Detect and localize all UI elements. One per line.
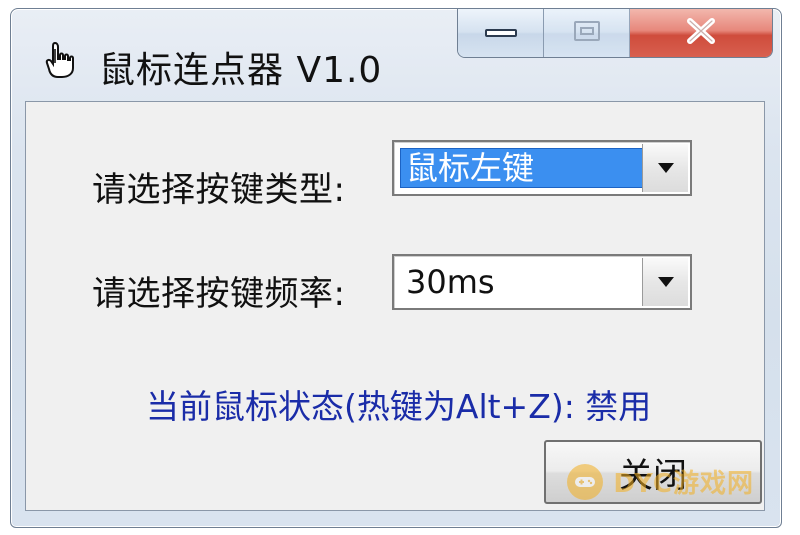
title-bar[interactable]: 鼠标连点器 V1.0 bbox=[11, 9, 781, 101]
close-window-button[interactable] bbox=[630, 9, 772, 57]
key-type-dropdown[interactable]: 鼠标左键 bbox=[392, 140, 692, 196]
key-type-label: 请选择按键类型: bbox=[92, 170, 346, 210]
mouse-status-text: 当前鼠标状态(热键为Alt+Z): 禁用 bbox=[146, 387, 652, 426]
caption-buttons bbox=[457, 9, 773, 58]
client-area: 请选择按键类型: 鼠标左键 请选择按键频率: 30ms 当前鼠标状态(热键为Al… bbox=[25, 101, 765, 511]
frequency-selected-value: 30ms bbox=[406, 263, 495, 301]
chevron-down-icon bbox=[657, 159, 675, 178]
frequency-label: 请选择按键频率: bbox=[92, 274, 346, 314]
key-type-dropdown-button[interactable] bbox=[642, 144, 688, 192]
watermark-text: DYC游戏网 bbox=[613, 469, 754, 499]
hand-pointer-icon bbox=[43, 41, 77, 79]
minimize-icon bbox=[484, 24, 518, 43]
minimize-button[interactable] bbox=[458, 9, 544, 57]
watermark: DYC游戏网 bbox=[567, 463, 754, 500]
frequency-dropdown[interactable]: 30ms bbox=[392, 254, 692, 310]
key-type-selected-value: 鼠标左键 bbox=[400, 148, 644, 188]
close-icon bbox=[684, 17, 718, 49]
app-window: 鼠标连点器 V1.0 请选择按键类型: 鼠标左键 请选择按键频率: 30ms 当… bbox=[10, 8, 782, 528]
gamepad-icon bbox=[567, 463, 604, 500]
maximize-icon bbox=[572, 19, 602, 47]
maximize-button[interactable] bbox=[544, 9, 630, 57]
frequency-dropdown-button[interactable] bbox=[642, 258, 688, 306]
chevron-down-icon bbox=[657, 273, 675, 292]
window-title: 鼠标连点器 V1.0 bbox=[99, 50, 383, 91]
